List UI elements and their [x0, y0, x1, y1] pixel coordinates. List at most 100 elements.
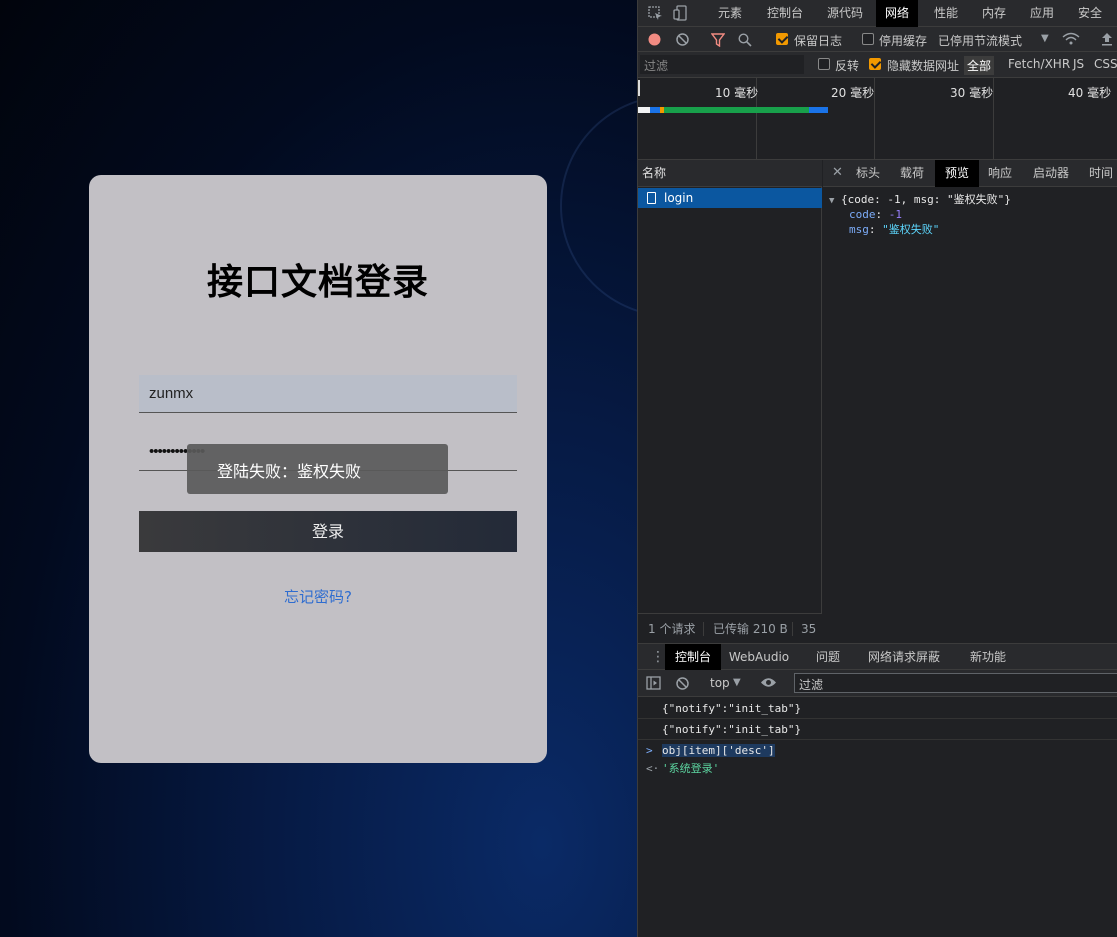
network-conditions-icon[interactable]: [1062, 32, 1080, 49]
disable-cache-checkbox[interactable]: [862, 33, 874, 45]
timeline-label: 10 毫秒: [715, 86, 759, 100]
drawer-tab-webaudio[interactable]: WebAudio: [726, 644, 792, 671]
devtools-panel: 元素 控制台 源代码 网络 性能 内存 应用 安全 保留日志 停用缓存 已停用节…: [637, 0, 1117, 937]
network-status-bar: 1 个请求 已传输 210 B 35: [638, 613, 822, 643]
tab-headers[interactable]: 标头: [849, 160, 887, 187]
forgot-password-link[interactable]: 忘记密码?: [89, 586, 547, 607]
json-summary-row[interactable]: ▼ {code: -1, msg: "鉴权失败"}: [829, 192, 1011, 207]
console-log-row: {"notify":"init_tab"}: [638, 719, 1117, 740]
inspect-element-icon[interactable]: [648, 6, 663, 24]
drawer-tab-issues[interactable]: 问题: [806, 644, 850, 671]
timeline-label: 40 毫秒: [1068, 86, 1112, 100]
chevron-down-icon[interactable]: ▼: [733, 678, 741, 688]
record-icon[interactable]: [647, 32, 662, 50]
console-result-row: <· '系统登录': [638, 758, 1117, 779]
network-timeline-overview[interactable]: 10 毫秒 20 毫秒 30 毫秒 40 毫秒: [638, 78, 1117, 160]
expand-triangle-icon[interactable]: ▼: [829, 196, 834, 206]
detail-tabs: ✕ 标头 载荷 预览 响应 启动器 时间: [823, 160, 1117, 187]
filter-type-css[interactable]: CSS: [1091, 56, 1117, 72]
invert-checkbox[interactable]: [818, 58, 830, 70]
tab-initiator[interactable]: 启动器: [1026, 160, 1076, 187]
timeline-start-marker: [638, 80, 640, 96]
json-key: code: [849, 208, 876, 221]
clear-icon[interactable]: [675, 32, 690, 50]
tab-security[interactable]: 安全: [1072, 0, 1108, 27]
clear-console-icon[interactable]: [675, 676, 690, 694]
console-toolbar: top ▼ 过滤: [638, 670, 1117, 697]
json-preview: ▼ {code: -1, msg: "鉴权失败"} code: -1 msg: …: [829, 192, 1011, 237]
json-value: "鉴权失败": [882, 223, 940, 236]
search-icon[interactable]: [738, 33, 752, 50]
status-extra: 35: [801, 622, 817, 636]
tab-memory[interactable]: 内存: [976, 0, 1012, 27]
timeline-gridline: [993, 78, 994, 160]
live-expression-eye-icon[interactable]: [760, 676, 777, 692]
decorative-ring: [560, 95, 637, 317]
tab-payload[interactable]: 载荷: [893, 160, 931, 187]
console-result-text: '系统登录': [662, 762, 720, 775]
name-column-header[interactable]: 名称: [638, 160, 822, 187]
console-filter-input[interactable]: 过滤: [794, 673, 1117, 693]
device-toolbar-icon[interactable]: [673, 5, 688, 24]
preserve-log-checkbox[interactable]: [776, 33, 788, 45]
console-log-text: {"notify":"init_tab"}: [662, 723, 802, 736]
tab-preview[interactable]: 预览: [935, 160, 979, 187]
network-filter-bar: 过滤 反转 隐藏数据网址 全部 Fetch/XHR JS CSS: [638, 52, 1117, 78]
import-har-icon[interactable]: [1101, 32, 1113, 49]
hide-data-urls-checkbox[interactable]: [869, 58, 881, 70]
filter-input[interactable]: 过滤: [640, 55, 804, 74]
drawer-tab-console[interactable]: 控制台: [665, 644, 721, 671]
username-input[interactable]: zunmx: [139, 375, 517, 413]
context-select[interactable]: top: [710, 676, 730, 690]
drawer-tabs: ⋮ 控制台 WebAudio 问题 网络请求屏蔽 新功能: [638, 643, 1117, 671]
tab-network[interactable]: 网络: [876, 0, 918, 27]
timeline-bar-queue: [638, 107, 650, 113]
sidebar-toggle-icon[interactable]: [646, 676, 661, 693]
tab-sources[interactable]: 源代码: [820, 0, 870, 27]
transferred-size: 已传输 210 B: [713, 622, 788, 636]
json-value: -1: [888, 208, 902, 221]
tab-application[interactable]: 应用: [1024, 0, 1060, 27]
json-code-row: code: -1: [849, 208, 902, 221]
throttle-select[interactable]: 已停用节流模式: [938, 32, 1022, 49]
devtools-main-tabs: 元素 控制台 源代码 网络 性能 内存 应用 安全: [638, 0, 1117, 27]
request-count: 1 个请求: [648, 622, 696, 636]
more-options-icon[interactable]: ⋮: [651, 650, 665, 664]
chevron-down-icon[interactable]: ▼: [1041, 34, 1049, 44]
tab-performance[interactable]: 性能: [928, 0, 964, 27]
tab-timing[interactable]: 时间: [1081, 160, 1117, 187]
json-msg-row: msg: "鉴权失败": [849, 223, 940, 236]
divider: [792, 622, 793, 636]
tab-console[interactable]: 控制台: [760, 0, 810, 27]
json-summary: {code: -1, msg: "鉴权失败"}: [841, 193, 1011, 206]
close-icon[interactable]: ✕: [832, 166, 843, 179]
drawer-tab-whats-new[interactable]: 新功能: [960, 644, 1016, 671]
drawer-tab-request-blocking[interactable]: 网络请求屏蔽: [862, 644, 946, 671]
login-page: 接口文档登录 zunmx ••••••••••••• 登陆失败：鉴权失败 登录 …: [0, 0, 637, 937]
hide-data-urls-label: 隐藏数据网址: [887, 59, 960, 73]
console-input-text[interactable]: obj[item]['desc']: [662, 744, 775, 757]
filter-type-js[interactable]: JS: [1070, 56, 1087, 72]
json-key: msg: [849, 223, 869, 236]
request-name: login: [664, 191, 694, 205]
filter-type-fetch-xhr[interactable]: Fetch/XHR: [1005, 56, 1073, 72]
invert-label: 反转: [835, 59, 860, 73]
filter-icon[interactable]: [710, 33, 726, 50]
login-button[interactable]: 登录: [139, 511, 517, 552]
console-log-row: {"notify":"init_tab"}: [638, 698, 1117, 719]
filter-type-all[interactable]: 全部: [964, 56, 995, 75]
preserve-log-label: 保留日志: [794, 34, 843, 48]
tab-response[interactable]: 响应: [981, 160, 1019, 187]
error-toast: 登陆失败：鉴权失败: [187, 444, 448, 494]
network-toolbar: 保留日志 停用缓存 已停用节流模式 ▼: [638, 27, 1117, 52]
tab-elements[interactable]: 元素: [710, 0, 750, 27]
timeline-bar-download: [664, 107, 809, 113]
document-icon: [647, 192, 656, 204]
console-log-text: {"notify":"init_tab"}: [662, 702, 802, 715]
result-arrow-icon: <·: [646, 762, 660, 775]
request-list: 名称 login 1 个请求 已传输 210 B 35: [638, 160, 822, 643]
request-detail-pane: ✕ 标头 载荷 预览 响应 启动器 时间 ▼ {code: -1, msg: "…: [823, 160, 1117, 643]
login-card: 接口文档登录 zunmx ••••••••••••• 登陆失败：鉴权失败 登录 …: [89, 175, 547, 763]
timeline-label: 30 毫秒: [950, 86, 994, 100]
request-row-login[interactable]: login: [638, 188, 822, 208]
